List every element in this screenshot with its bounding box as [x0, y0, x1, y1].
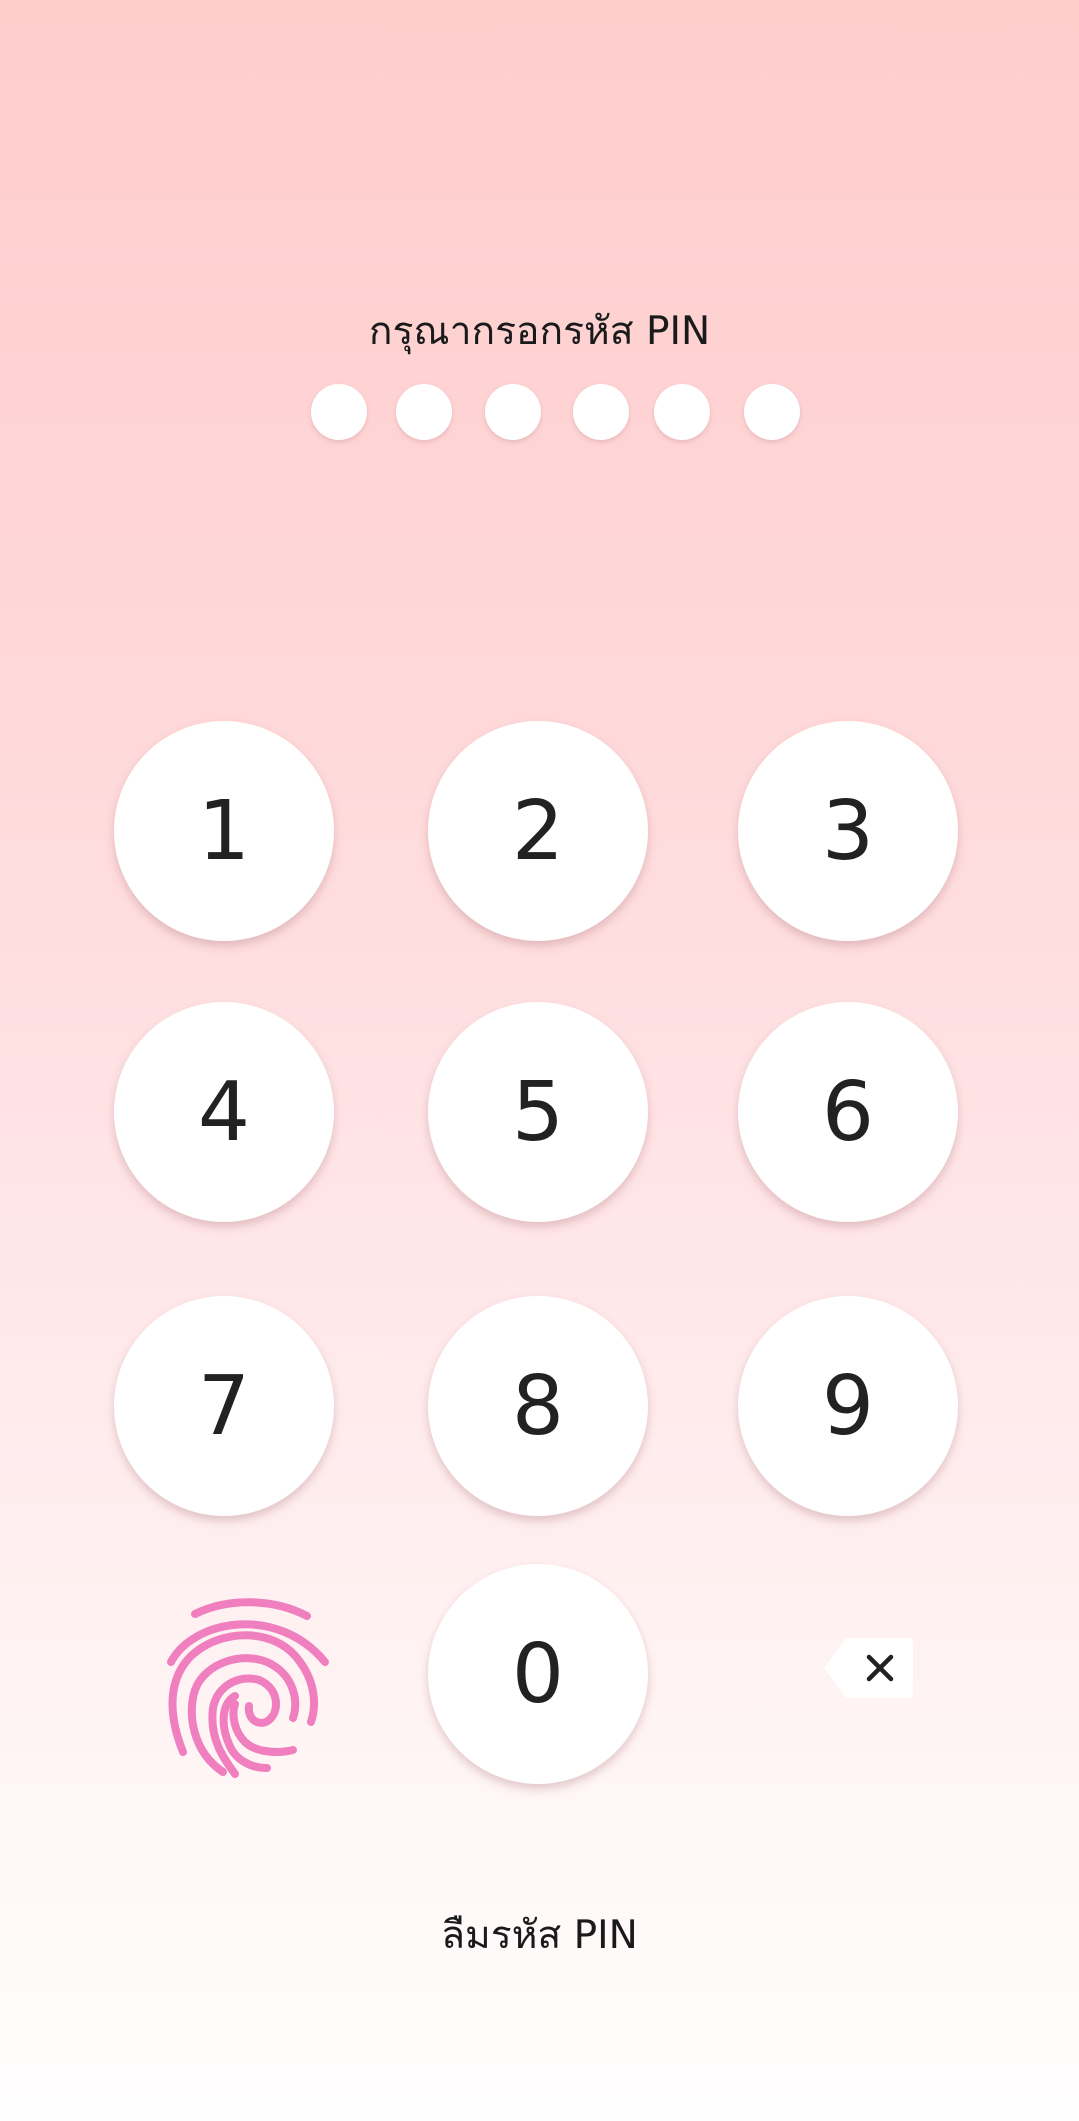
- keypad-key-1[interactable]: 1: [114, 721, 334, 941]
- keypad-key-9[interactable]: 9: [738, 1296, 958, 1516]
- keypad-key-7[interactable]: 7: [114, 1296, 334, 1516]
- keypad-key-2[interactable]: 2: [428, 721, 648, 941]
- pin-dot-4: [573, 384, 629, 440]
- keypad-key-6[interactable]: 6: [738, 1002, 958, 1222]
- keypad-key-5[interactable]: 5: [428, 1002, 648, 1222]
- pin-dot-2: [396, 384, 452, 440]
- forgot-pin-link[interactable]: ลืมรหัส PIN: [0, 1906, 1079, 1966]
- pin-dot-6: [744, 384, 800, 440]
- keypad-key-0[interactable]: 0: [428, 1564, 648, 1784]
- fingerprint-icon[interactable]: [165, 1592, 337, 1782]
- pin-dot-1: [311, 384, 367, 440]
- keypad-key-4[interactable]: 4: [114, 1002, 334, 1222]
- backspace-icon[interactable]: [824, 1636, 914, 1700]
- pin-dot-5: [654, 384, 710, 440]
- keypad-key-8[interactable]: 8: [428, 1296, 648, 1516]
- pin-dot-3: [485, 384, 541, 440]
- pin-prompt-title: กรุณากรอกรหัส PIN: [368, 309, 711, 354]
- keypad-key-3[interactable]: 3: [738, 721, 958, 941]
